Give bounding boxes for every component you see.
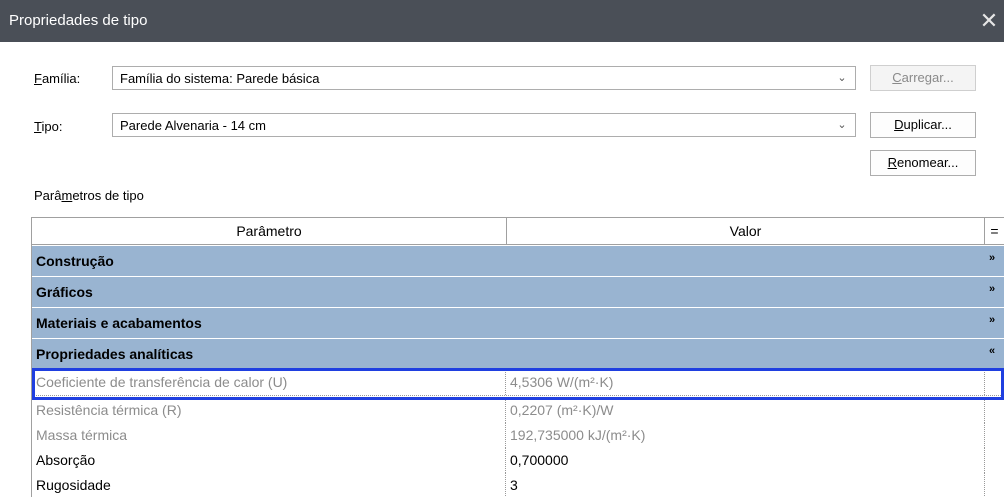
duplicar-button[interactable]: Duplicar... <box>870 112 976 138</box>
param-name: Massa térmica <box>32 423 506 448</box>
chevron-down-icon[interactable]: ⌄ <box>835 117 849 133</box>
familia-value: Família do sistema: Parede básica <box>120 71 320 86</box>
close-icon[interactable]: ✕ <box>974 0 1004 42</box>
title-bar: Propriedades de tipo ✕ <box>0 0 1004 42</box>
table-row[interactable]: Resistência térmica (R) 0,2207 (m²·K)/W <box>32 398 1004 424</box>
grid-header: Parâmetro Valor = <box>32 217 1004 245</box>
param-name: Resistência térmica (R) <box>32 398 506 423</box>
parameters-grid: Parâmetro Valor = Construção » Gráficos … <box>31 217 1004 497</box>
column-menu-button[interactable]: = <box>985 218 1004 244</box>
familia-label: Família: <box>34 71 81 86</box>
param-value-field[interactable]: 3 <box>506 473 985 497</box>
param-value: 4,5306 W/(m²·K) <box>506 370 985 395</box>
table-row[interactable]: Rugosidade 3 <box>32 473 1004 497</box>
group-materiais[interactable]: Materiais e acabamentos » <box>32 308 1004 339</box>
tipo-label: Tipo: <box>34 119 63 134</box>
tipo-value: Parede Alvenaria - 14 cm <box>120 118 266 133</box>
collapse-chevron-icon[interactable]: « <box>984 345 1000 357</box>
group-propriedades-analiticas[interactable]: Propriedades analíticas « <box>32 339 1004 370</box>
column-header-valor[interactable]: Valor <box>507 218 985 244</box>
param-value: 192,735000 kJ/(m²·K) <box>506 423 985 448</box>
chevron-down-icon[interactable]: ⌄ <box>835 70 849 86</box>
expand-chevron-icon[interactable]: » <box>984 252 1000 264</box>
tipo-dropdown[interactable]: Parede Alvenaria - 14 cm ⌄ <box>112 113 856 137</box>
param-name: Absorção <box>32 448 506 473</box>
param-value: 0,2207 (m²·K)/W <box>506 398 985 423</box>
familia-dropdown[interactable]: Família do sistema: Parede básica ⌄ <box>112 66 856 90</box>
param-name: Rugosidade <box>32 473 506 497</box>
parametros-de-tipo-label: Parâmetros de tipo <box>34 188 144 203</box>
table-row[interactable]: Absorção 0,700000 <box>32 448 1004 474</box>
carregar-button[interactable]: Carregar... <box>870 65 976 91</box>
renomear-button[interactable]: Renomear... <box>870 150 976 176</box>
param-value-field[interactable]: 0,700000 <box>506 448 985 473</box>
window-title: Propriedades de tipo <box>9 12 148 29</box>
group-construcao[interactable]: Construção » <box>32 246 1004 277</box>
expand-chevron-icon[interactable]: » <box>984 314 1000 326</box>
column-header-parametro[interactable]: Parâmetro <box>32 218 507 244</box>
group-graficos[interactable]: Gráficos » <box>32 277 1004 308</box>
param-name: Coeficiente de transferência de calor (U… <box>32 370 506 395</box>
table-row[interactable]: Coeficiente de transferência de calor (U… <box>32 370 1004 396</box>
table-row[interactable]: Massa térmica 192,735000 kJ/(m²·K) <box>32 423 1004 449</box>
expand-chevron-icon[interactable]: » <box>984 283 1000 295</box>
